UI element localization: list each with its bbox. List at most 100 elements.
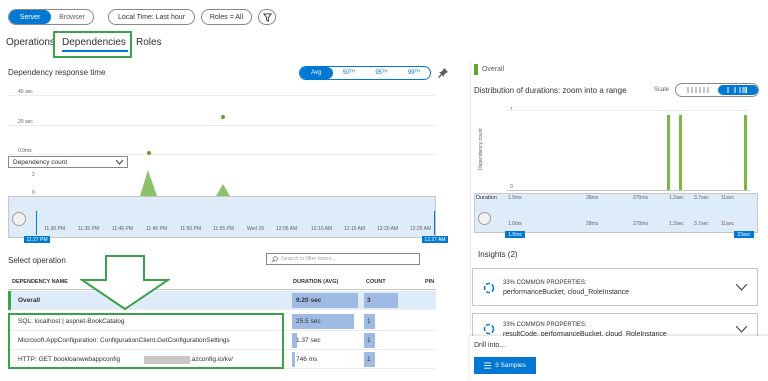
roles-pill[interactable]: Roles = All [201, 9, 252, 25]
row-count: 1 [367, 356, 371, 363]
column-pin[interactable]: PIN [425, 279, 434, 285]
dist-bar [679, 115, 682, 190]
reset-dist-zoom-icon[interactable] [478, 212, 491, 225]
insight-line1: 33% COMMON PROPERTIES: [503, 322, 587, 328]
dist-bar [667, 115, 670, 190]
dist-brush-tick: 11sec [721, 221, 734, 227]
samples-button[interactable]: 3 Samples [474, 357, 536, 374]
overall-marker [474, 64, 478, 75]
row-duration: 9.20 sec [296, 297, 322, 304]
brush-tick: Wed 26 [247, 226, 265, 232]
dist-range-start[interactable]: 1.0ms [505, 231, 525, 238]
row-count: 3 [367, 297, 371, 304]
brush-tick: 11:35 PM [78, 226, 100, 232]
p95-option[interactable]: 95ᵀᴴ [365, 67, 398, 79]
panel-divider [470, 61, 471, 381]
dist-x-tick: 1.2sec [669, 195, 684, 201]
log-scale-icon [727, 87, 747, 93]
avg-option[interactable]: Avg [300, 67, 333, 79]
brush-tick: 12:20 AM [377, 226, 399, 232]
row-duration: 746 ms [296, 356, 318, 363]
response-point [221, 115, 225, 119]
server-browser-toggle[interactable]: Server Browser [8, 9, 94, 25]
select-operation-title: Select operation [8, 256, 66, 265]
dist-bar [744, 115, 747, 190]
row-name: Overall [18, 297, 41, 304]
chevron-down-icon[interactable] [736, 284, 747, 291]
list-icon [484, 362, 492, 369]
brush-tick: 11:40 PM [112, 226, 134, 232]
column-count[interactable]: COUNT [366, 279, 386, 285]
brush-tick: 12:10 AM [311, 226, 333, 232]
chart-title: Dependency response time [8, 68, 106, 77]
down-arrow-icon [80, 255, 170, 311]
insight-icon [483, 282, 495, 294]
dist-grid-line [507, 110, 750, 111]
dist-x-tick: 1.0ms [508, 195, 522, 201]
brush-tick: 12:05 AM [276, 226, 298, 232]
duration-label: Duration [476, 195, 497, 201]
dist-x-tick: 3.7sec [694, 195, 709, 201]
table-row-overall[interactable]: Overall 9.20 sec 3 [8, 291, 436, 310]
insight-card[interactable]: 33% COMMON PROPERTIES: performanceBucket… [472, 268, 758, 306]
drill-into-label: Drill into... [474, 342, 506, 349]
dist-brush-tick: 28ms [586, 221, 599, 227]
column-duration[interactable]: DURATION (AVG) [293, 279, 338, 285]
duration-bar [292, 352, 295, 367]
p50-option[interactable]: 50ᵀᴴ [333, 67, 366, 79]
insights-title: Insights (2) [478, 250, 518, 259]
chevron-down-icon[interactable] [736, 326, 747, 333]
p99-option[interactable]: 99ᵀᴴ [398, 67, 431, 79]
brush-start-handle[interactable]: 11:27 PM [24, 236, 50, 243]
dependencies-tab-highlight [53, 31, 132, 58]
dist-range-end[interactable]: 23sec [734, 231, 754, 238]
search-input[interactable]: Search to filter items... [266, 253, 420, 265]
distribution-title: Distribution of durations: zoom into a r… [474, 86, 627, 95]
brush-tick: 11:55 PM [213, 226, 235, 232]
filter-button[interactable] [258, 9, 276, 25]
dist-brush-tick: 1.2sec [669, 221, 684, 227]
brush-tick: 11:45 PM [146, 226, 168, 232]
linear-scale-icon [687, 87, 709, 93]
filter-icon [262, 12, 272, 22]
time-range-pill[interactable]: Local Time: Last hour [108, 9, 195, 25]
row-count: 1 [367, 318, 371, 325]
brush-end-handle[interactable]: 12:27 AM [422, 236, 448, 243]
active-tab-underline [62, 50, 128, 52]
grid-line [8, 125, 436, 126]
selected-indicator [8, 291, 11, 310]
scale-label: Scale [654, 87, 670, 93]
dist-brush-tick: 270ms [633, 221, 649, 227]
insight-line2: performanceBucket, cloud_RoleInstance [503, 289, 630, 296]
insight-line1: 33% COMMON PROPERTIES: [503, 280, 587, 286]
dist-x-tick: 11sec [721, 195, 734, 201]
server-toggle[interactable]: Server [9, 10, 51, 24]
brush-tick: 12:15 AM [344, 226, 366, 232]
scale-toggle[interactable] [675, 83, 759, 97]
browser-toggle[interactable]: Browser [51, 10, 93, 24]
header-divider [8, 289, 436, 290]
insight-icon [483, 323, 495, 335]
samples-label: 3 Samples [495, 362, 526, 369]
row-duration: 25.5 sec [296, 318, 321, 325]
dist-y-axis-label: Dependency count [478, 128, 484, 170]
rows-highlight [8, 313, 284, 369]
count-area-chart [140, 170, 230, 196]
dist-baseline [507, 190, 750, 191]
brush-tick: 11:30 PM [44, 226, 66, 232]
tab-roles[interactable]: Roles [136, 37, 162, 48]
brush-left-edge[interactable] [36, 211, 37, 235]
percentile-toggle[interactable]: Avg 50ᵀᴴ 95ᵀᴴ 99ᵀᴴ [299, 66, 431, 80]
reset-zoom-icon[interactable] [12, 212, 26, 226]
brush-right-edge[interactable] [434, 211, 435, 235]
dist-x-tick: 28ms [586, 195, 599, 201]
search-placeholder: Search to filter items... [281, 256, 336, 262]
dist-brush-tick: 3.7sec [694, 221, 709, 227]
column-dependency-name[interactable]: DEPENDENCY NAME [12, 279, 68, 285]
pin-icon[interactable] [437, 67, 449, 79]
response-point [147, 151, 151, 155]
dist-brush-tick: 1.0ms [508, 221, 522, 227]
tab-operations[interactable]: Operations [6, 37, 55, 48]
row-duration: 1.37 sec [296, 337, 321, 344]
overall-label: Overall [482, 66, 505, 73]
